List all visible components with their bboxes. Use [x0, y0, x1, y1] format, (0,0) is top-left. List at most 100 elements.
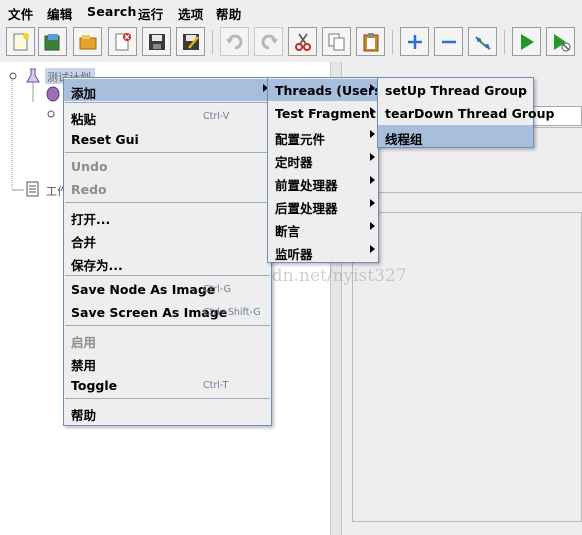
menu-options[interactable]: 选项	[178, 4, 203, 23]
cut-button[interactable]	[288, 27, 317, 56]
menu-item-enable-label: 启用	[71, 335, 97, 350]
save-icon	[149, 34, 165, 50]
templates-icon	[44, 34, 60, 51]
close-button[interactable]	[108, 27, 137, 56]
menu-item-setup-thread-group-label: setUp Thread Group	[385, 83, 528, 98]
menu-item-reset-gui-label: Reset Gui	[71, 132, 139, 147]
thread-group-node-icon[interactable]	[45, 86, 61, 102]
menu-item-pre-processor[interactable]: 前置处理器	[268, 171, 378, 193]
templates-button[interactable]	[38, 27, 67, 56]
tree-expand-handle[interactable]	[8, 71, 18, 81]
menu-item-paste-label: 粘贴	[71, 112, 97, 127]
menu-item-thread-group-label: 线程组	[385, 132, 423, 147]
toolbar-separator	[392, 30, 393, 54]
submenu-arrow-icon	[370, 84, 375, 92]
expand-icon	[408, 35, 422, 49]
menu-item-save-node-image-label: Save Node As Image	[71, 282, 216, 297]
undo-button[interactable]	[220, 27, 249, 56]
menu-edit[interactable]: 编辑	[47, 4, 72, 23]
start-no-pauses-button[interactable]	[546, 27, 575, 56]
redo-button[interactable]	[254, 27, 283, 56]
menu-item-save-screen-image[interactable]: Save Screen As Image Ctrl+Shift-G	[64, 301, 271, 323]
menu-item-help[interactable]: 帮助	[64, 401, 271, 423]
menu-item-assertion-label: 断言	[275, 224, 301, 239]
save-button[interactable]	[142, 27, 171, 56]
submenu-arrow-icon	[370, 107, 375, 115]
new-icon	[13, 33, 29, 51]
new-button[interactable]	[6, 27, 35, 56]
menu-item-threads[interactable]: Threads (Users)	[268, 79, 387, 101]
menu-bar: 文件 编辑 Search 运行 选项 帮助	[0, 0, 582, 24]
menu-item-toggle[interactable]: Toggle Ctrl-T	[64, 374, 271, 396]
tree-expand-handle[interactable]	[46, 109, 56, 119]
menu-item-pre-processor-label: 前置处理器	[275, 178, 338, 193]
menu-item-test-fragment[interactable]: Test Fragment	[268, 102, 378, 124]
open-button[interactable]	[73, 27, 102, 56]
menu-item-assertion[interactable]: 断言	[268, 217, 378, 239]
menu-item-redo-label: Redo	[71, 182, 107, 197]
menu-item-toggle-label: Toggle	[71, 378, 118, 393]
menu-item-paste[interactable]: 粘贴 Ctrl-V	[64, 105, 271, 127]
menu-help[interactable]: 帮助	[216, 4, 241, 23]
menu-item-undo[interactable]: Undo	[64, 155, 271, 177]
menu-item-open-label: 打开...	[71, 212, 111, 227]
expand-button[interactable]	[400, 27, 429, 56]
menu-item-reset-gui[interactable]: Reset Gui	[64, 128, 271, 150]
open-icon	[79, 35, 97, 50]
workbench-icon	[26, 181, 39, 197]
submenu-arrow-icon	[370, 245, 375, 253]
paste-button[interactable]	[356, 27, 385, 56]
toolbar-separator	[504, 30, 505, 54]
save-as-button[interactable]	[176, 27, 205, 56]
menu-item-save-node-image[interactable]: Save Node As Image Ctrl-G	[64, 278, 271, 300]
menu-item-test-fragment-label: Test Fragment	[275, 106, 376, 121]
menu-item-config-element[interactable]: 配置元件	[268, 125, 378, 147]
save-as-icon	[183, 34, 199, 50]
copy-icon	[328, 33, 345, 51]
menu-item-save-screen-image-shortcut: Ctrl+Shift-G	[203, 307, 261, 318]
menu-item-teardown-thread-group-label: tearDown Thread Group	[385, 106, 555, 121]
cut-icon	[295, 33, 311, 51]
submenu-arrow-icon	[370, 176, 375, 184]
menu-item-listener[interactable]: 监听器	[268, 240, 378, 262]
copy-button[interactable]	[322, 27, 351, 56]
menu-item-save-as[interactable]: 保存为...	[64, 251, 271, 273]
menu-separator	[65, 325, 270, 326]
menu-item-config-element-label: 配置元件	[275, 132, 326, 147]
menu-item-toggle-shortcut: Ctrl-T	[203, 380, 229, 391]
menu-run[interactable]: 运行	[138, 4, 163, 23]
undo-icon	[226, 34, 243, 50]
panel-section-border	[352, 192, 582, 213]
submenu-arrow-icon	[370, 130, 375, 138]
menu-item-disable[interactable]: 禁用	[64, 351, 271, 373]
start-button[interactable]	[512, 27, 541, 56]
menu-item-save-as-label: 保存为...	[71, 258, 123, 273]
close-icon	[115, 33, 131, 51]
menu-item-merge-label: 合并	[71, 235, 97, 250]
test-plan-icon	[26, 68, 40, 83]
panel-content-box	[352, 212, 582, 522]
toolbar-separator	[212, 30, 213, 54]
menu-file[interactable]: 文件	[8, 4, 33, 23]
threads-submenu: setUp Thread Group tearDown Thread Group…	[377, 77, 554, 148]
menu-item-add[interactable]: 添加	[64, 79, 271, 101]
menu-search[interactable]: Search	[87, 4, 137, 19]
toggle-button[interactable]	[468, 27, 497, 56]
menu-item-enable[interactable]: 启用	[64, 328, 271, 350]
menu-item-teardown-thread-group[interactable]: tearDown Thread Group	[378, 102, 554, 124]
menu-separator	[65, 102, 270, 103]
menu-item-setup-thread-group[interactable]: setUp Thread Group	[378, 79, 533, 101]
collapse-button[interactable]	[434, 27, 463, 56]
menu-separator	[65, 275, 270, 276]
collapse-icon	[442, 40, 456, 44]
toggle-icon	[475, 36, 491, 50]
add-submenu: Threads (Users) Test Fragment 配置元件 定时器 前…	[267, 77, 387, 263]
menu-item-merge[interactable]: 合并	[64, 228, 271, 250]
menu-item-post-processor[interactable]: 后置处理器	[268, 194, 378, 216]
menu-item-redo[interactable]: Redo	[64, 178, 271, 200]
menu-item-open[interactable]: 打开...	[64, 205, 271, 227]
menu-item-disable-label: 禁用	[71, 358, 97, 373]
menu-item-timer[interactable]: 定时器	[268, 148, 378, 170]
menu-item-thread-group[interactable]: 线程组	[378, 125, 533, 147]
menu-separator	[65, 398, 270, 399]
